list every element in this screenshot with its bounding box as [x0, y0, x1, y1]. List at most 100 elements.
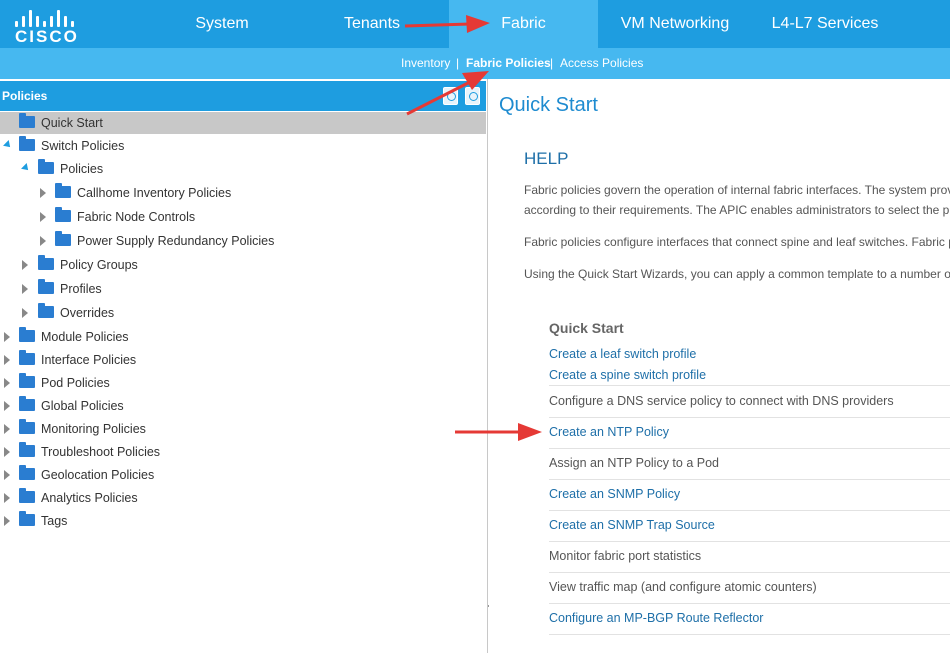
collapsed-triangle-icon[interactable] — [40, 236, 46, 246]
tree-node[interactable]: Policy Groups — [0, 254, 486, 276]
refresh-icon[interactable] — [465, 87, 480, 105]
tree-node-label: Profiles — [60, 282, 102, 296]
quick-start-link[interactable]: Create a leaf switch profile — [549, 347, 950, 361]
tree-node-label: Monitoring Policies — [41, 422, 146, 436]
collapsed-triangle-icon[interactable] — [4, 470, 10, 480]
collapsed-triangle-icon[interactable] — [22, 308, 28, 318]
tree-node[interactable]: Global Policies — [0, 395, 486, 417]
folder-icon — [19, 350, 35, 365]
quick-start-link[interactable]: Create an SNMP Policy — [549, 487, 950, 501]
divider — [549, 479, 950, 480]
tree-node-label: Power Supply Redundancy Policies — [77, 234, 275, 248]
tree-node-label: Module Policies — [41, 330, 129, 344]
collapsed-triangle-icon[interactable] — [4, 516, 10, 526]
help-paragraph-line: Fabric policies configure interfaces tha… — [524, 235, 950, 249]
quick-start-link[interactable]: Configure an MP-BGP Route Reflector — [549, 611, 950, 625]
divider — [549, 603, 950, 604]
tree-node-label: Policy Groups — [60, 258, 138, 272]
folder-icon — [19, 396, 35, 411]
tree-node-label: Analytics Policies — [41, 491, 138, 505]
tree-node[interactable]: Monitoring Policies — [0, 418, 486, 440]
tree-node[interactable]: Callhome Inventory Policies — [0, 182, 486, 204]
folder-icon — [38, 279, 54, 294]
tree-node[interactable]: Switch Policies — [0, 135, 486, 157]
subnav-inventory[interactable]: Inventory — [401, 48, 450, 79]
folder-icon — [55, 207, 71, 222]
tab-l4-l7-services[interactable]: L4-L7 Services — [760, 0, 890, 48]
collapsed-triangle-icon[interactable] — [4, 447, 10, 457]
tree-node[interactable]: Pod Policies — [0, 372, 486, 394]
collapsed-triangle-icon[interactable] — [4, 424, 10, 434]
help-heading: HELP — [524, 149, 569, 168]
tree-node[interactable]: Profiles — [0, 278, 486, 300]
work-pane: Quick Start HELP Fabric policies govern … — [489, 79, 950, 653]
tree-node[interactable]: Tags — [0, 510, 486, 532]
collapsed-triangle-icon[interactable] — [22, 260, 28, 270]
folder-icon — [19, 419, 35, 434]
tree-node-label: Overrides — [60, 306, 115, 320]
tree-node-label: Switch Policies — [41, 139, 125, 153]
cisco-logo-text: CISCO — [15, 27, 79, 46]
tab-fabric[interactable]: Fabric — [449, 0, 598, 48]
tree-node-label: Quick Start — [41, 116, 103, 130]
folder-icon — [19, 136, 35, 151]
divider — [549, 510, 950, 511]
collapsed-triangle-icon[interactable] — [22, 284, 28, 294]
subnav-separator: | — [456, 56, 460, 70]
tree-node[interactable]: Power Supply Redundancy Policies — [0, 230, 486, 252]
quick-start-link[interactable]: Create a spine switch profile — [549, 368, 950, 382]
folder-icon — [38, 159, 54, 174]
tab-system[interactable]: System — [168, 0, 276, 48]
collapsed-triangle-icon[interactable] — [4, 401, 10, 411]
tree-node-label: Interface Policies — [41, 353, 137, 367]
subnav-fabric-policies[interactable]: Fabric Policies — [466, 48, 551, 79]
collapsed-triangle-icon[interactable] — [4, 332, 10, 342]
folder-icon — [38, 303, 54, 318]
tree-node[interactable]: Fabric Node Controls — [0, 206, 486, 228]
collapsed-triangle-icon[interactable] — [4, 378, 10, 388]
folder-icon — [19, 327, 35, 342]
tree-node-label: Troubleshoot Policies — [41, 445, 161, 459]
folder-icon — [19, 488, 35, 503]
tab-vm-networking[interactable]: VM Networking — [608, 0, 742, 48]
divider — [549, 572, 950, 573]
quick-start-link[interactable]: Create an NTP Policy — [549, 425, 950, 439]
collapsed-triangle-icon[interactable] — [4, 355, 10, 365]
collapsed-triangle-icon[interactable] — [40, 188, 46, 198]
cisco-logo[interactable]: CISCO — [14, 7, 80, 46]
tree-node-label: Geolocation Policies — [41, 468, 155, 482]
tree-node-label: Fabric Node Controls — [77, 210, 196, 224]
help-paragraph-line: Using the Quick Start Wizards, you can a… — [524, 267, 950, 281]
divider — [549, 448, 950, 449]
tree-node-label: Tags — [41, 514, 68, 528]
tree-node[interactable]: Policies — [0, 158, 486, 180]
tree-node[interactable]: Overrides — [0, 302, 486, 324]
quick-start-step: Configure a DNS service policy to connec… — [549, 394, 894, 408]
tree-node[interactable]: Module Policies — [0, 326, 486, 348]
expanded-triangle-icon[interactable] — [21, 163, 31, 173]
folder-icon — [55, 231, 71, 246]
quick-start-heading: Quick Start — [549, 320, 624, 336]
divider — [549, 417, 950, 418]
folder-icon — [19, 465, 35, 480]
expanded-triangle-icon[interactable] — [3, 140, 13, 150]
tree-node[interactable]: Analytics Policies — [0, 487, 486, 509]
navigation-pane: Policies Quick Start Switch Policies Polic… — [0, 79, 488, 653]
subnav-access-policies[interactable]: Access Policies — [560, 48, 643, 79]
tree-node[interactable]: Interface Policies — [0, 349, 486, 371]
collapsed-triangle-icon[interactable] — [40, 212, 46, 222]
quick-start-step: Monitor fabric port statistics — [549, 549, 702, 563]
expand-pane-icon[interactable] — [443, 87, 458, 105]
tree-node[interactable]: Geolocation Policies — [0, 464, 486, 486]
quick-start-step: View traffic map (and configure atomic c… — [549, 580, 817, 594]
page-title: Quick Start — [499, 94, 598, 116]
tab-tenants[interactable]: Tenants — [318, 0, 426, 48]
quick-start-link[interactable]: Create an SNMP Trap Source — [549, 518, 950, 532]
collapsed-triangle-icon[interactable] — [4, 493, 10, 503]
tree-node[interactable]: Quick Start — [0, 112, 486, 134]
top-nav-bar: CISCO System Tenants Fabric VM Networkin… — [0, 0, 950, 48]
folder-icon — [38, 255, 54, 270]
tree-node[interactable]: Troubleshoot Policies — [0, 441, 486, 463]
navigation-pane-header: Policies — [0, 81, 486, 111]
divider — [549, 541, 950, 542]
